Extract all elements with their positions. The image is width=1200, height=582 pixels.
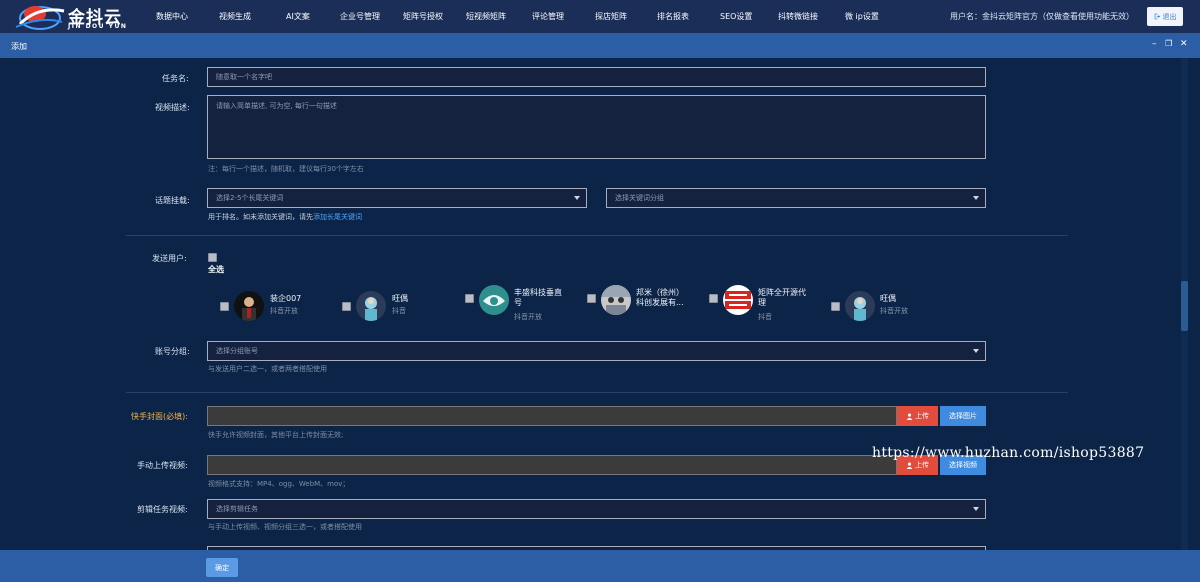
nav-ranking-report[interactable]: 排名报表 — [657, 11, 689, 22]
avatar — [234, 291, 264, 321]
task-name-input[interactable]: 随意取一个名字吧 — [207, 67, 986, 87]
topic-hint: 用于排名。如未添加关键词，请先添加长尾关键词 — [208, 212, 362, 222]
edit-task-select[interactable]: 选择剪辑任务 — [207, 499, 986, 519]
user-name: 丰盛科技垂直号 — [514, 288, 562, 307]
task-name-label: 任务名: — [162, 74, 189, 83]
divider — [126, 235, 1068, 236]
avatar — [723, 285, 753, 315]
select-all-checkbox[interactable] — [208, 253, 217, 262]
user-info: 用户名：金抖云矩阵官方（仅做查看使用功能无效） — [950, 12, 1134, 21]
dialog-footer — [0, 550, 1200, 582]
manual-upload-input[interactable] — [207, 455, 897, 475]
dialog-header: 添加 – ❐ ✕ — [0, 33, 1200, 58]
avatar — [601, 285, 631, 315]
user-name: 邦米（徐州）科创发展有... — [636, 288, 684, 307]
close-icon[interactable]: ✕ — [1180, 39, 1188, 49]
upload-icon — [906, 462, 913, 469]
watermark-url: https://www.huzhan.com/ishop53887 — [872, 445, 1145, 461]
user-name: 旺偶 — [392, 294, 408, 303]
keyword-select-placeholder: 选择2-5个长尾关键词 — [216, 194, 284, 202]
account-group-placeholder: 选择分组账号 — [216, 347, 258, 355]
divider — [126, 392, 1068, 393]
top-nav: 金抖云 JIN DOU YUN 数据中心 视频生成 AI文案 企业号管理 矩阵号… — [0, 0, 1200, 33]
user-name: 装企007 — [270, 294, 302, 303]
chevron-down-icon — [973, 507, 979, 511]
avatar — [356, 291, 386, 321]
nav-video-generation[interactable]: 视频生成 — [219, 11, 251, 22]
upload-video-label: 上传 — [915, 461, 929, 469]
manual-upload-label: 手动上传视频: — [137, 461, 188, 470]
add-keyword-link[interactable]: 添加长尾关键词 — [313, 213, 362, 221]
user-platform: 抖音开放 — [270, 307, 298, 315]
edit-task-hint: 与手动上传视频、视频分组三选一，或者搭配使用 — [208, 523, 362, 531]
scrollbar-thumb[interactable] — [1181, 281, 1188, 331]
send-users-label: 发送用户: — [152, 254, 187, 263]
user-platform: 抖音开放 — [514, 313, 542, 321]
user-name: 旺偶 — [880, 294, 896, 303]
keyword-group-select[interactable]: 选择关键词分组 — [606, 188, 986, 208]
keyword-select[interactable]: 选择2-5个长尾关键词 — [207, 188, 587, 208]
account-group-hint: 与发送用户二选一，或者两者搭配使用 — [208, 365, 327, 373]
topic-label: 话题挂载: — [155, 196, 190, 205]
brand-logo[interactable]: 金抖云 JIN DOU YUN — [14, 2, 129, 31]
upload-icon — [906, 413, 913, 420]
keyword-group-placeholder: 选择关键词分组 — [615, 194, 664, 202]
nav-douyin-wechat-link[interactable]: 抖转微链接 — [778, 11, 818, 22]
chevron-down-icon — [973, 349, 979, 353]
avatar — [479, 285, 509, 315]
user-checkbox[interactable] — [465, 294, 474, 303]
nav-store-matrix[interactable]: 探店矩阵 — [595, 11, 627, 22]
user-checkbox[interactable] — [831, 302, 840, 311]
nav-ai-copy[interactable]: AI文案 — [286, 11, 310, 22]
logout-button[interactable]: 退出 — [1147, 7, 1183, 26]
video-desc-textarea[interactable]: 请输入简单描述, 可为空, 每行一句描述 — [207, 95, 986, 159]
nav-seo-settings[interactable]: SEO设置 — [720, 11, 752, 22]
maximize-icon[interactable]: ❐ — [1165, 39, 1172, 48]
video-desc-hint: 注：每行一个描述，随机取，建议每行30个字左右 — [208, 165, 364, 173]
dialog-title: 添加 — [11, 42, 27, 51]
minimize-icon[interactable]: – — [1152, 39, 1157, 49]
user-name: 矩阵全开源代理 — [758, 288, 806, 307]
nav-short-video-matrix[interactable]: 短视频矩阵 — [466, 11, 506, 22]
select-all-label: 全选 — [208, 265, 224, 274]
confirm-button[interactable]: 确定 — [206, 558, 238, 577]
logo-icon — [15, 6, 65, 30]
nav-ip-settings[interactable]: 微 ip设置 — [845, 11, 879, 22]
chevron-down-icon — [574, 196, 580, 200]
upload-cover-button[interactable]: 上传 — [897, 406, 938, 426]
avatar — [845, 291, 875, 321]
logout-icon — [1154, 13, 1160, 20]
kuaishou-cover-label: 快手封面(必填): — [131, 412, 188, 421]
kuaishou-cover-input[interactable] — [207, 406, 897, 426]
nav-matrix-auth[interactable]: 矩阵号授权 — [403, 11, 443, 22]
edit-task-label: 剪辑任务视频: — [137, 505, 188, 514]
manual-upload-hint: 视频格式支持：MP4、ogg、WebM、mov； — [208, 480, 350, 488]
chevron-down-icon — [973, 196, 979, 200]
account-group-label: 账号分组: — [155, 347, 190, 356]
kuaishou-cover-hint: 快手允许视频封面，其他平台上传封面无效; — [208, 431, 344, 439]
user-checkbox[interactable] — [709, 294, 718, 303]
topic-hint-text: 用于排名。如未添加关键词，请先 — [208, 213, 313, 221]
user-platform: 抖音 — [758, 313, 772, 321]
choose-image-button[interactable]: 选择图片 — [940, 406, 986, 426]
brand-sub: JIN DOU YUN — [68, 23, 128, 30]
account-group-select[interactable]: 选择分组账号 — [207, 341, 986, 361]
logout-label: 退出 — [1162, 12, 1177, 21]
nav-data-center[interactable]: 数据中心 — [156, 11, 188, 22]
user-checkbox[interactable] — [342, 302, 351, 311]
user-checkbox[interactable] — [587, 294, 596, 303]
upload-cover-label: 上传 — [915, 412, 929, 420]
user-checkbox[interactable] — [220, 302, 229, 311]
edit-task-placeholder: 选择剪辑任务 — [216, 505, 258, 513]
nav-enterprise-account[interactable]: 企业号管理 — [340, 11, 380, 22]
video-desc-label: 视频描述: — [155, 103, 190, 112]
user-platform: 抖音 — [392, 307, 406, 315]
user-platform: 抖音开放 — [880, 307, 908, 315]
nav-comment-management[interactable]: 评论管理 — [532, 11, 564, 22]
